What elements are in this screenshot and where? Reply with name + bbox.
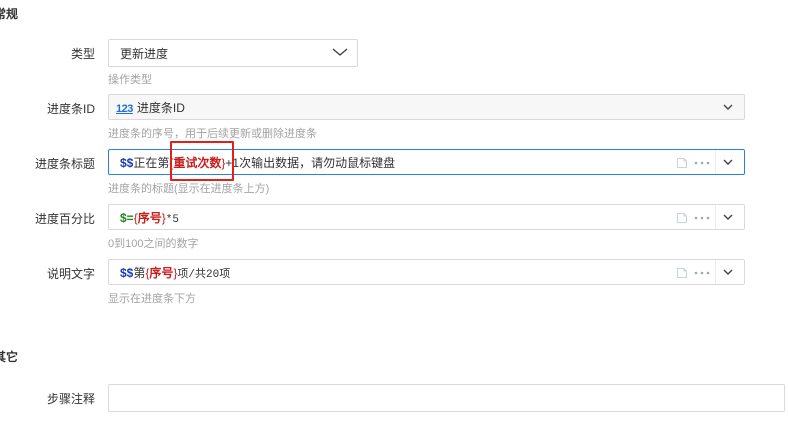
- chevron-down-icon[interactable]: [722, 156, 734, 168]
- progress-id-hint: 进度条的序号，用于后续更新或删除进度条: [108, 128, 317, 140]
- chevron-down-icon: [723, 104, 733, 110]
- progress-percent-hint: 0到100之间的数字: [108, 238, 199, 250]
- expr-variable: 序号: [137, 211, 162, 225]
- description-label: 说明文字: [46, 267, 95, 281]
- more-icon[interactable]: [694, 216, 710, 220]
- section-title-general: 常规: [0, 7, 19, 21]
- expr-variable: 序号: [149, 266, 174, 280]
- section-title-other: 其它: [0, 350, 19, 364]
- expr-prefix: $$: [120, 156, 134, 170]
- chevron-down-icon[interactable]: [722, 211, 734, 223]
- expr-text: +1次输出数据，请勿动鼠标键盘: [225, 156, 396, 170]
- progress-percent-input[interactable]: $={序号}*5: [108, 204, 745, 230]
- progress-title-hint: 进度条的标题(显示在进度条上方): [108, 183, 270, 195]
- document-icon[interactable]: [676, 157, 688, 169]
- step-note-label: 步骤注释: [46, 392, 95, 406]
- description-expression: $$第{序号}项/共20项: [120, 265, 230, 283]
- progress-title-label: 进度条标题: [34, 157, 95, 171]
- expr-text: 第: [133, 266, 146, 280]
- progress-percent-expression: $={序号}*5: [120, 210, 179, 228]
- progress-title-expression: $$正在第{重试次数}+1次输出数据，请勿动鼠标键盘: [120, 155, 395, 171]
- step-note-input[interactable]: [108, 384, 785, 412]
- description-input[interactable]: $$第{序号}项/共20项: [108, 259, 745, 285]
- document-icon[interactable]: [676, 212, 688, 224]
- progress-id-content: 123 进度条ID: [116, 100, 185, 117]
- type-select[interactable]: 更新进度: [108, 39, 358, 67]
- expr-prefix: $$: [120, 266, 134, 280]
- divider: [715, 150, 716, 174]
- field-tools: [670, 150, 744, 174]
- divider: [715, 260, 716, 284]
- more-icon[interactable]: [694, 271, 710, 275]
- type-label: 类型: [70, 47, 95, 61]
- progress-id-label: 进度条ID: [46, 102, 95, 116]
- chevron-down-icon: [332, 48, 348, 56]
- description-hint: 显示在进度条下方: [108, 293, 196, 305]
- type-value: 更新进度: [120, 47, 169, 61]
- expr-text: *5: [165, 214, 179, 226]
- highlight-box: [170, 141, 234, 181]
- expr-prefix: $=: [120, 211, 134, 225]
- progress-percent-label: 进度百分比: [34, 212, 95, 226]
- expr-text: 项/共20项: [177, 269, 231, 281]
- progress-id-select[interactable]: 123 进度条ID: [108, 94, 745, 120]
- more-icon[interactable]: [694, 161, 710, 165]
- field-tools: [670, 205, 744, 229]
- field-tools: [670, 260, 744, 284]
- type-hint: 操作类型: [108, 74, 152, 86]
- divider: [715, 205, 716, 229]
- progress-id-value: 进度条ID: [136, 101, 185, 115]
- chevron-down-icon[interactable]: [722, 266, 734, 278]
- number-type-icon: 123: [116, 103, 133, 115]
- document-icon[interactable]: [676, 267, 688, 279]
- expr-text: 正在第: [133, 156, 170, 170]
